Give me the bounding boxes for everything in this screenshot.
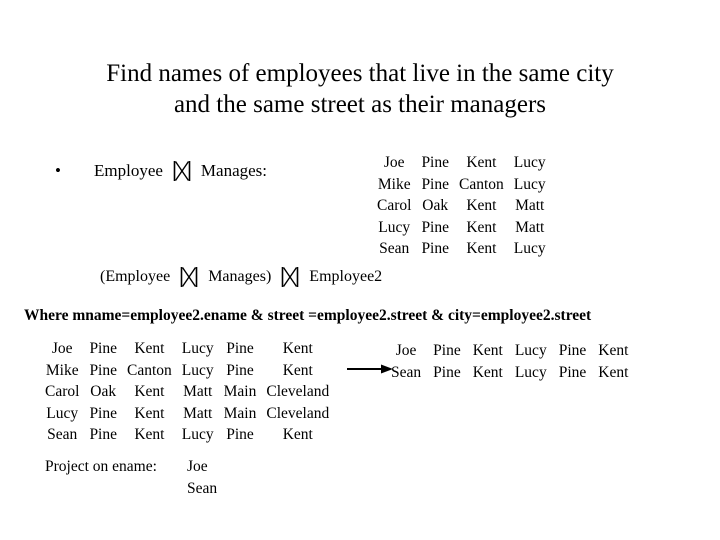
project-value: Joe — [187, 458, 208, 475]
cell: Pine — [558, 342, 587, 359]
table-row: Carol Oak Kent Matt Main Cleveland — [40, 381, 334, 403]
cell: Joe — [395, 342, 417, 359]
table-row: Sean Pine Kent Lucy Pine Kent — [385, 362, 634, 384]
project-label: Project on ename: — [45, 458, 157, 475]
cell: Kent — [466, 218, 497, 236]
cell: Pine — [226, 361, 254, 379]
cell: Pine — [421, 218, 449, 236]
cell: Sean — [47, 426, 78, 443]
cell: Main — [223, 383, 257, 400]
table-result-relation: Joe Pine Kent Lucy Pine Kent Sean Pine K… — [385, 340, 634, 383]
cell: Canton — [459, 175, 504, 193]
cell: Pine — [89, 426, 117, 443]
table-row: Sean Pine Kent Lucy — [372, 238, 551, 260]
expr-open-paren-employee: (Employee — [100, 268, 171, 285]
table-row: Mike Pine Canton Lucy Pine Kent — [40, 360, 334, 382]
table-row: Joe Pine Kent Lucy Pine Kent — [40, 338, 334, 360]
relation-label-manages: Manages: — [200, 161, 268, 180]
table-row: Carol Oak Kent Matt — [372, 195, 551, 217]
cell: Canton — [127, 361, 172, 379]
project-value: Sean — [187, 480, 218, 497]
cell: Carol — [45, 383, 80, 400]
cell: Mike — [45, 361, 79, 379]
natural-join-bowtie-icon — [173, 160, 191, 182]
cell: Kent — [466, 197, 497, 214]
cell: Carol — [377, 197, 412, 214]
cell: Matt — [183, 383, 213, 400]
cell: Kent — [282, 361, 313, 379]
cell: Kent — [134, 340, 165, 357]
bullet-content: Employee Manages: — [71, 160, 267, 182]
cell: Pine — [421, 240, 449, 257]
project-row: Sean — [45, 478, 217, 500]
cell: Kent — [598, 342, 629, 359]
cell: Pine — [226, 426, 254, 443]
cell: Sean — [391, 363, 422, 381]
cell: Matt — [183, 404, 213, 422]
project-row: Project on ename: Joe — [45, 456, 217, 478]
table-row: Lucy Pine Kent Matt Main Cleveland — [40, 403, 334, 425]
cell: Pine — [433, 363, 461, 381]
cell: Lucy — [181, 426, 214, 443]
cell: Lucy — [181, 340, 214, 357]
cell: Kent — [282, 340, 313, 357]
cell: Pine — [421, 175, 449, 193]
cell: Lucy — [513, 175, 546, 193]
cell: Lucy — [181, 361, 214, 379]
cell: Cleveland — [266, 404, 330, 422]
cell: Oak — [422, 197, 449, 214]
cell: Sean — [379, 240, 410, 257]
table-row: Mike Pine Canton Lucy — [372, 174, 551, 196]
relation-label-employee: Employee — [94, 161, 163, 180]
cell: Kent — [472, 342, 503, 359]
cell: Lucy — [46, 404, 79, 422]
cell: Main — [223, 404, 257, 422]
table-row: Joe Pine Kent Lucy — [372, 152, 551, 174]
join-expression-line: (Employee Manages) Employee2 — [100, 266, 382, 288]
table-joined-relation: Joe Pine Kent Lucy Pine Kent Mike Pine C… — [40, 338, 334, 446]
cell: Pine — [89, 404, 117, 422]
cell: Pine — [89, 340, 117, 357]
natural-join-bowtie-icon — [180, 266, 198, 288]
cell: Pine — [89, 361, 117, 379]
cell: Lucy — [514, 363, 547, 381]
cell: Kent — [134, 383, 165, 400]
table-row: Sean Pine Kent Lucy Pine Kent — [40, 424, 334, 446]
table-employee-manages: Joe Pine Kent Lucy Mike Pine Canton Lucy… — [372, 152, 551, 260]
cell: Kent — [282, 426, 313, 443]
cell: Kent — [466, 240, 497, 257]
natural-join-bowtie-icon — [281, 266, 299, 288]
cell: Lucy — [513, 154, 546, 171]
cell: Kent — [598, 363, 629, 381]
cell: Matt — [515, 218, 545, 236]
cell: Kent — [472, 363, 503, 381]
slide-canvas: Find names of employees that live in the… — [0, 0, 720, 540]
table-row: Lucy Pine Kent Matt — [372, 217, 551, 239]
cell: Pine — [421, 154, 449, 171]
cell: Oak — [90, 383, 117, 400]
cell: Lucy — [378, 218, 411, 236]
cell: Lucy — [514, 342, 547, 359]
cell: Mike — [377, 175, 411, 193]
cell: Kent — [134, 404, 165, 422]
cell: Matt — [515, 197, 545, 214]
page-title: Find names of employees that live in the… — [106, 60, 614, 118]
cell: Joe — [51, 340, 73, 357]
cell: Pine — [226, 340, 254, 357]
cell: Pine — [558, 363, 587, 381]
expr-employee2: Employee2 — [309, 268, 383, 285]
cell: Pine — [433, 342, 461, 359]
cell: Kent — [134, 426, 165, 443]
project-label-spacer — [45, 478, 187, 500]
cell: Cleveland — [266, 383, 330, 400]
where-clause: Where mname=employee2.ename & street =em… — [24, 307, 592, 324]
expr-manages-close-paren: Manages) — [208, 268, 272, 285]
cell: Joe — [383, 154, 405, 171]
project-block: Project on ename: Joe Sean — [45, 456, 217, 500]
bullet-employee-manages: • Employee Manages: — [55, 160, 267, 182]
bullet-marker: • — [55, 161, 61, 180]
table-row: Joe Pine Kent Lucy Pine Kent — [385, 340, 634, 362]
cell: Kent — [466, 154, 497, 171]
cell: Lucy — [513, 240, 546, 257]
